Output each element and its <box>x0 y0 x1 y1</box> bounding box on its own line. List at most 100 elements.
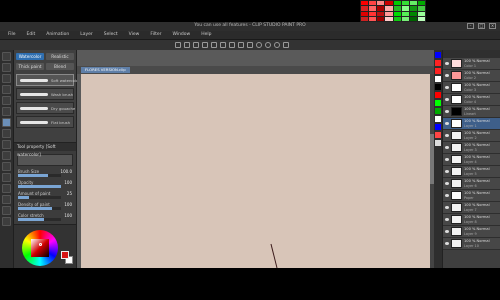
menu-help[interactable]: Help <box>201 32 211 37</box>
blend-tool-icon[interactable] <box>2 151 11 160</box>
palette-swatch[interactable] <box>393 1 401 6</box>
palette-swatch[interactable] <box>409 11 417 16</box>
layer-row[interactable]: 100 % Normal Layer 2 <box>443 130 500 142</box>
layer-row[interactable]: 100 % Normal Layer 6 <box>443 178 500 190</box>
ruler-tool-icon[interactable] <box>2 206 11 215</box>
palette-swatch[interactable] <box>385 6 393 11</box>
brush-item[interactable]: Soft watercolor <box>16 74 80 86</box>
airbrush-tool-icon[interactable] <box>2 129 11 138</box>
eye-icon[interactable] <box>445 194 449 197</box>
maximize-button[interactable]: □ <box>478 23 485 29</box>
property-value[interactable]: 100.0 <box>61 169 72 174</box>
palette-swatch[interactable] <box>401 11 409 16</box>
layer-row[interactable]: 100 % Normal Layer 8 <box>443 214 500 226</box>
eye-icon[interactable] <box>445 170 449 173</box>
pen-tool-icon[interactable] <box>2 96 11 105</box>
brush-item[interactable]: Flat brush <box>16 116 74 128</box>
fill-tool-icon[interactable] <box>2 162 11 171</box>
eye-icon[interactable] <box>445 134 449 137</box>
palette-swatch[interactable] <box>417 16 425 21</box>
color-set-swatch[interactable] <box>435 124 441 130</box>
deselect-icon[interactable] <box>247 42 253 48</box>
color-set-swatch[interactable] <box>435 60 441 66</box>
close-button[interactable]: × <box>489 23 496 29</box>
eye-icon[interactable] <box>445 158 449 161</box>
palette-swatch[interactable] <box>393 16 401 21</box>
palette-swatch[interactable] <box>361 11 369 16</box>
color-set-swatch[interactable] <box>435 132 441 138</box>
eye-icon[interactable] <box>445 62 449 65</box>
undo-icon[interactable] <box>202 42 208 48</box>
property-slider[interactable] <box>18 174 61 177</box>
main-color-swatch[interactable] <box>61 251 69 259</box>
layer-row[interactable]: 100 % Normal Layer 5 <box>443 166 500 178</box>
palette-swatch[interactable] <box>417 11 425 16</box>
selection-tool-icon[interactable] <box>2 74 11 83</box>
color-set-swatch[interactable] <box>435 140 441 146</box>
palette-swatch[interactable] <box>401 1 409 6</box>
palette-swatch[interactable] <box>377 1 385 6</box>
canvas-area[interactable]: FLORES VERSION.clip <box>77 50 434 268</box>
tool-property-row[interactable]: Brush Size 100.0 <box>17 169 73 179</box>
eye-icon[interactable] <box>445 74 449 77</box>
palette-swatch[interactable] <box>377 16 385 21</box>
palette-swatch[interactable] <box>369 16 377 21</box>
figure-tool-icon[interactable] <box>2 184 11 193</box>
layer-row[interactable]: 100 % Normal Paper <box>443 190 500 202</box>
redo-icon[interactable] <box>211 42 217 48</box>
menu-filter[interactable]: Filter <box>150 32 161 37</box>
palette-swatch[interactable] <box>393 11 401 16</box>
layer-row[interactable]: 100 % Normal Color 1 <box>443 58 500 70</box>
layer-row[interactable]: 100 % Normal Color 3 <box>443 82 500 94</box>
move-tool-icon[interactable] <box>2 63 11 72</box>
tab-blend[interactable]: Blend <box>46 63 74 70</box>
palette-swatch[interactable] <box>361 1 369 6</box>
property-slider[interactable] <box>18 207 61 210</box>
layer-row[interactable]: 100 % Normal Lineart <box>443 106 500 118</box>
eye-icon[interactable] <box>445 146 449 149</box>
menu-edit[interactable]: Edit <box>27 32 36 37</box>
layer-row[interactable]: 100 % Normal Layer 9 <box>443 226 500 238</box>
palette-swatch[interactable] <box>393 6 401 11</box>
property-value[interactable]: 100 <box>64 180 72 185</box>
tool-property-row[interactable]: Opacity 100 <box>17 180 73 190</box>
tab-watercolor[interactable]: Watercolor <box>16 53 44 60</box>
palette-swatch[interactable] <box>369 11 377 16</box>
property-value[interactable]: 100 <box>64 213 72 218</box>
fill-icon[interactable] <box>229 42 235 48</box>
eye-icon[interactable] <box>445 98 449 101</box>
document-tab[interactable]: FLORES VERSION.clip <box>81 67 130 73</box>
artwork-canvas[interactable] <box>81 74 433 268</box>
eye-icon[interactable] <box>445 122 449 125</box>
open-file-icon[interactable] <box>184 42 190 48</box>
text-tool-icon[interactable] <box>2 195 11 204</box>
clear-icon[interactable] <box>220 42 226 48</box>
palette-swatch[interactable] <box>377 6 385 11</box>
layer-row[interactable]: 100 % Normal Color 4 <box>443 94 500 106</box>
tool-property-row[interactable]: Density of paint 100 <box>17 202 73 212</box>
property-value[interactable]: 25 <box>67 191 72 196</box>
layer-row[interactable]: 100 % Normal Layer 10 <box>443 238 500 250</box>
brush-item[interactable]: Dry gouache <box>16 102 75 114</box>
palette-swatch[interactable] <box>409 16 417 21</box>
palette-swatch[interactable] <box>417 6 425 11</box>
color-set-swatch[interactable] <box>435 52 441 58</box>
menu-file[interactable]: File <box>8 32 16 37</box>
menu-window[interactable]: Window <box>172 32 190 37</box>
gradient-tool-icon[interactable] <box>2 173 11 182</box>
palette-swatch[interactable] <box>385 1 393 6</box>
eye-icon[interactable] <box>445 218 449 221</box>
color-set-swatch[interactable] <box>435 76 441 82</box>
color-set-swatch[interactable] <box>435 108 441 114</box>
zoom-tool-icon[interactable] <box>2 52 11 61</box>
tab-thick-paint[interactable]: Thick paint <box>16 63 44 70</box>
palette-swatch[interactable] <box>409 1 417 6</box>
layer-row[interactable]: 100 % Normal Layer 3 <box>443 142 500 154</box>
layer-row[interactable]: 100 % Normal Layer 7 <box>443 202 500 214</box>
minimize-button[interactable]: – <box>467 23 474 29</box>
grid-icon[interactable] <box>283 42 289 48</box>
palette-swatch[interactable] <box>377 11 385 16</box>
palette-swatch[interactable] <box>401 16 409 21</box>
new-file-icon[interactable] <box>175 42 181 48</box>
palette-swatch[interactable] <box>409 6 417 11</box>
